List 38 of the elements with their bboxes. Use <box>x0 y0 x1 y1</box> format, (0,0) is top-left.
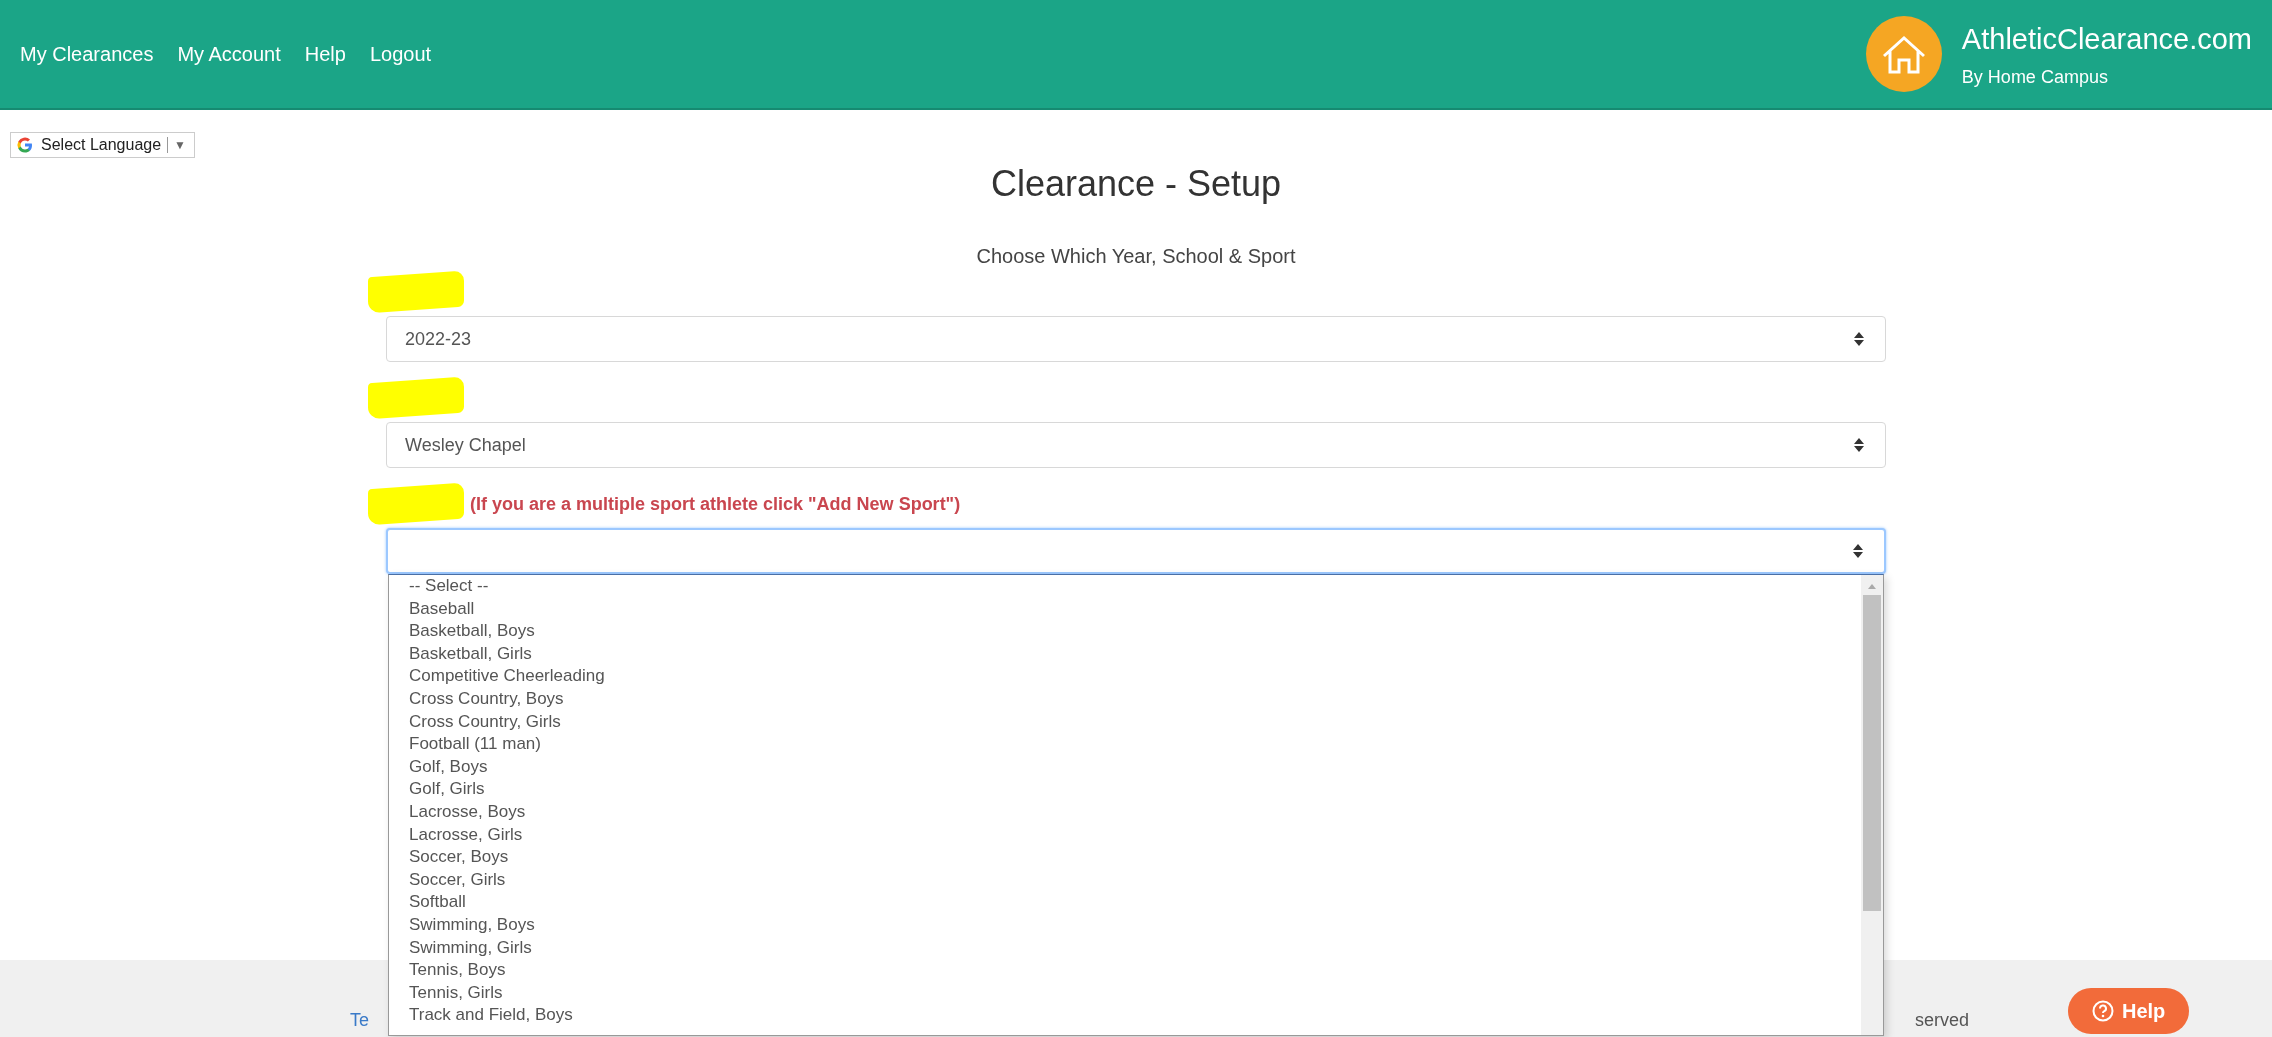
updown-arrow-icon <box>1853 437 1865 453</box>
dropdown-option[interactable]: Swimming, Boys <box>407 913 537 937</box>
dropdown-option[interactable]: Soccer, Boys <box>407 846 511 869</box>
page-subtitle: Choose Which Year, School & Sport <box>975 245 1297 268</box>
dropdown-option[interactable]: Competitive Cheerleading <box>407 665 607 688</box>
dropdown-option[interactable]: Lacrosse, Girls <box>407 823 525 847</box>
google-logo-icon <box>15 135 35 155</box>
dropdown-option[interactable]: Baseball <box>407 597 477 621</box>
house-logo-icon <box>1863 14 1944 94</box>
dropdown-option[interactable]: Track and Field, Boys <box>407 1004 575 1027</box>
dropdown-option[interactable]: Football (11 man) <box>407 733 543 756</box>
dropdown-option[interactable]: Cross Country, Girls <box>407 710 563 734</box>
select-field[interactable] <box>386 528 1886 574</box>
scrollbar[interactable] <box>1861 575 1883 1035</box>
dropdown-option[interactable]: Tennis, Girls <box>407 981 505 1005</box>
dropdown-option[interactable]: Soccer, Girls <box>407 868 508 892</box>
field-note: (If you are a multiple sport athlete click "Add New Sport") <box>470 493 961 515</box>
dropdown-option[interactable]: Basketball, Girls <box>407 642 534 666</box>
dropdown-option[interactable]: Tennis, Boys <box>407 959 508 982</box>
dropdown-option[interactable]: Basketball, Boys <box>407 620 537 643</box>
dropdown-option[interactable]: Lacrosse, Boys <box>407 800 528 824</box>
updown-arrow-icon <box>1852 543 1864 559</box>
updown-arrow-icon <box>1853 331 1865 347</box>
select-field[interactable]: 2022-23 <box>386 316 1886 362</box>
dropdown-option[interactable]: Cross Country, Boys <box>407 687 566 711</box>
dropdown-option[interactable]: Softball <box>407 891 468 914</box>
dropdown-option[interactable]: Swimming, Girls <box>407 936 534 960</box>
dropdown-option[interactable]: -- Select -- <box>407 575 491 598</box>
brand-title: AthleticClearance.com <box>1961 21 2252 57</box>
select-field[interactable]: Wesley Chapel <box>386 422 1886 468</box>
footer-text: served <box>1915 1010 1970 1031</box>
question-circle-icon <box>2092 1000 2114 1022</box>
dropdown-option[interactable]: Golf, Boys <box>407 755 490 779</box>
footer-link[interactable]: Te <box>350 1010 369 1031</box>
page-title: Clearance - Setup <box>989 163 1283 205</box>
language-selector[interactable]: Select Language ▼ <box>10 132 195 158</box>
brand-subtitle: By Home Campus <box>1961 66 2109 88</box>
dropdown-option[interactable]: Golf, Girls <box>407 778 487 801</box>
